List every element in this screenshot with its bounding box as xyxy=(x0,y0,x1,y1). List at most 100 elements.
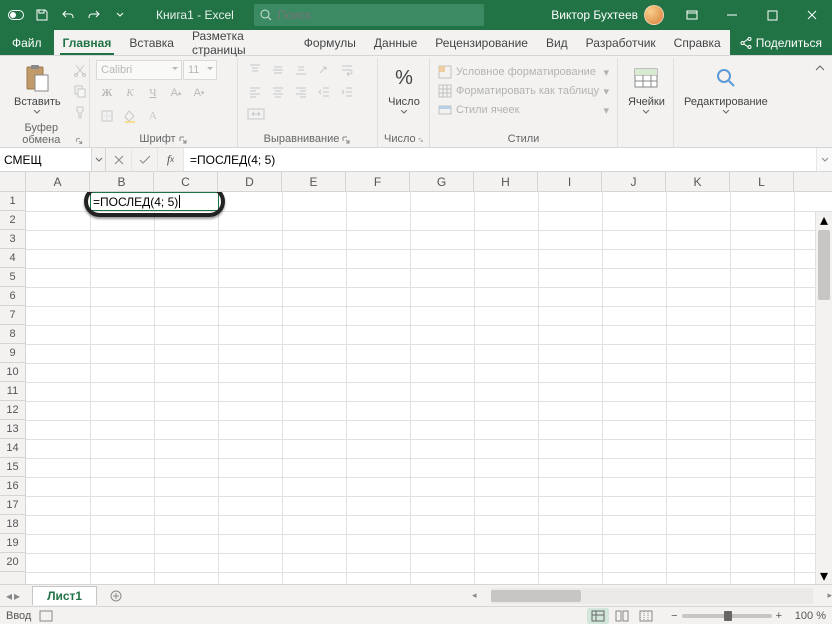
row-header[interactable]: 6 xyxy=(0,287,25,306)
close-icon[interactable] xyxy=(792,0,832,30)
column-header[interactable]: C xyxy=(154,172,218,191)
row-header[interactable]: 15 xyxy=(0,458,25,477)
font-size-select[interactable]: 11 xyxy=(183,60,217,80)
user-account[interactable]: Виктор Бухтеев xyxy=(543,5,672,25)
insert-function-icon[interactable]: fx xyxy=(158,148,184,171)
row-header[interactable]: 10 xyxy=(0,363,25,382)
row-header[interactable]: 11 xyxy=(0,382,25,401)
dialog-launcher-icon[interactable] xyxy=(341,135,351,145)
select-all-corner[interactable] xyxy=(0,172,26,191)
formula-input-wrapper[interactable] xyxy=(184,148,816,171)
zoom-in-icon[interactable]: + xyxy=(776,610,782,622)
collapse-ribbon-icon[interactable] xyxy=(814,58,832,147)
ribbon-display-icon[interactable] xyxy=(672,0,712,30)
search-input[interactable] xyxy=(278,8,478,22)
column-header[interactable]: K xyxy=(666,172,730,191)
cell-editor[interactable]: =ПОСЛЕД(4; 5) xyxy=(90,192,219,211)
scroll-right-icon[interactable]: ▸ xyxy=(827,590,832,601)
scroll-down-icon[interactable]: ▾ xyxy=(816,568,832,584)
tab-review[interactable]: Рецензирование xyxy=(426,30,537,55)
minimize-icon[interactable] xyxy=(712,0,752,30)
zoom-handle[interactable] xyxy=(724,611,732,621)
row-header[interactable]: 20 xyxy=(0,553,25,572)
row-header[interactable]: 18 xyxy=(0,515,25,534)
column-header[interactable]: L xyxy=(730,172,794,191)
sheet-prev-icon[interactable]: ◂ xyxy=(6,589,12,603)
name-box-dropdown[interactable] xyxy=(92,148,106,171)
row-header[interactable]: 2 xyxy=(0,211,25,230)
active-cell-b1[interactable]: =ПОСЛЕД(4; 5) xyxy=(90,192,219,211)
paste-button[interactable]: Вставить xyxy=(10,60,65,116)
formula-input[interactable] xyxy=(190,153,810,167)
zoom-slider[interactable] xyxy=(682,614,772,618)
editing-button[interactable]: Редактирование xyxy=(680,60,772,116)
number-format-button[interactable]: % Число xyxy=(384,60,424,116)
font-name-select[interactable]: Calibri xyxy=(96,60,182,80)
page-layout-view-icon[interactable] xyxy=(611,608,633,624)
vertical-scrollbar[interactable]: ▴ ▾ xyxy=(815,212,832,584)
column-header[interactable]: F xyxy=(346,172,410,191)
row-header[interactable]: 12 xyxy=(0,401,25,420)
add-sheet-icon[interactable] xyxy=(105,587,127,605)
horizontal-scrollbar[interactable]: ◂ ▸ xyxy=(472,588,832,604)
name-box[interactable] xyxy=(0,148,92,171)
qat-dropdown-icon[interactable] xyxy=(108,3,132,27)
sheet-next-icon[interactable]: ▸ xyxy=(14,589,20,603)
tab-help[interactable]: Справка xyxy=(665,30,730,55)
scroll-left-icon[interactable]: ◂ xyxy=(472,590,477,601)
search-box[interactable] xyxy=(254,4,484,26)
dialog-launcher-icon[interactable] xyxy=(418,135,423,145)
dialog-launcher-icon[interactable] xyxy=(75,136,83,146)
row-header[interactable]: 8 xyxy=(0,325,25,344)
tab-page-layout[interactable]: Разметка страницы xyxy=(183,30,295,55)
normal-view-icon[interactable] xyxy=(587,608,609,624)
tab-formulas[interactable]: Формулы xyxy=(295,30,365,55)
column-header[interactable]: E xyxy=(282,172,346,191)
row-header[interactable]: 17 xyxy=(0,496,25,515)
page-break-view-icon[interactable] xyxy=(635,608,657,624)
row-header[interactable]: 14 xyxy=(0,439,25,458)
row-header[interactable]: 5 xyxy=(0,268,25,287)
redo-icon[interactable] xyxy=(82,3,106,27)
column-header[interactable]: B xyxy=(90,172,154,191)
zoom-out-icon[interactable]: − xyxy=(671,610,677,622)
scroll-up-icon[interactable]: ▴ xyxy=(816,212,832,228)
scroll-thumb-v[interactable] xyxy=(818,230,830,300)
column-header[interactable]: I xyxy=(538,172,602,191)
row-header[interactable]: 13 xyxy=(0,420,25,439)
cancel-formula-icon[interactable] xyxy=(106,148,132,171)
tab-view[interactable]: Вид xyxy=(537,30,577,55)
scroll-thumb-h[interactable] xyxy=(491,590,581,602)
row-header[interactable]: 19 xyxy=(0,534,25,553)
tab-developer[interactable]: Разработчик xyxy=(577,30,665,55)
undo-icon[interactable] xyxy=(56,3,80,27)
row-header[interactable]: 7 xyxy=(0,306,25,325)
tab-file[interactable]: Файл xyxy=(0,30,54,55)
row-header[interactable]: 1 xyxy=(0,192,25,211)
maximize-icon[interactable] xyxy=(752,0,792,30)
row-header[interactable]: 16 xyxy=(0,477,25,496)
sheet-tab-active[interactable]: Лист1 xyxy=(32,586,97,605)
row-header[interactable]: 4 xyxy=(0,249,25,268)
row-header[interactable]: 3 xyxy=(0,230,25,249)
column-header[interactable]: H xyxy=(474,172,538,191)
column-header[interactable]: A xyxy=(26,172,90,191)
dialog-launcher-icon[interactable] xyxy=(178,135,188,145)
expand-formula-bar-icon[interactable] xyxy=(816,148,832,171)
zoom-level[interactable]: 100 % xyxy=(786,610,826,622)
name-box-input[interactable] xyxy=(4,153,87,167)
tab-insert[interactable]: Вставка xyxy=(120,30,183,55)
tab-data[interactable]: Данные xyxy=(365,30,426,55)
share-button[interactable]: Поделиться xyxy=(730,30,832,55)
accessibility-icon[interactable] xyxy=(39,610,53,622)
column-header[interactable]: G xyxy=(410,172,474,191)
row-header[interactable]: 9 xyxy=(0,344,25,363)
autosave-toggle[interactable] xyxy=(4,3,28,27)
cells-area[interactable]: =ПОСЛЕД(4; 5) xyxy=(26,192,832,584)
column-header[interactable]: D xyxy=(218,172,282,191)
cells-button[interactable]: Ячейки xyxy=(624,60,669,116)
tab-home[interactable]: Главная xyxy=(54,30,121,55)
enter-formula-icon[interactable] xyxy=(132,148,158,171)
column-header[interactable]: J xyxy=(602,172,666,191)
save-icon[interactable] xyxy=(30,3,54,27)
